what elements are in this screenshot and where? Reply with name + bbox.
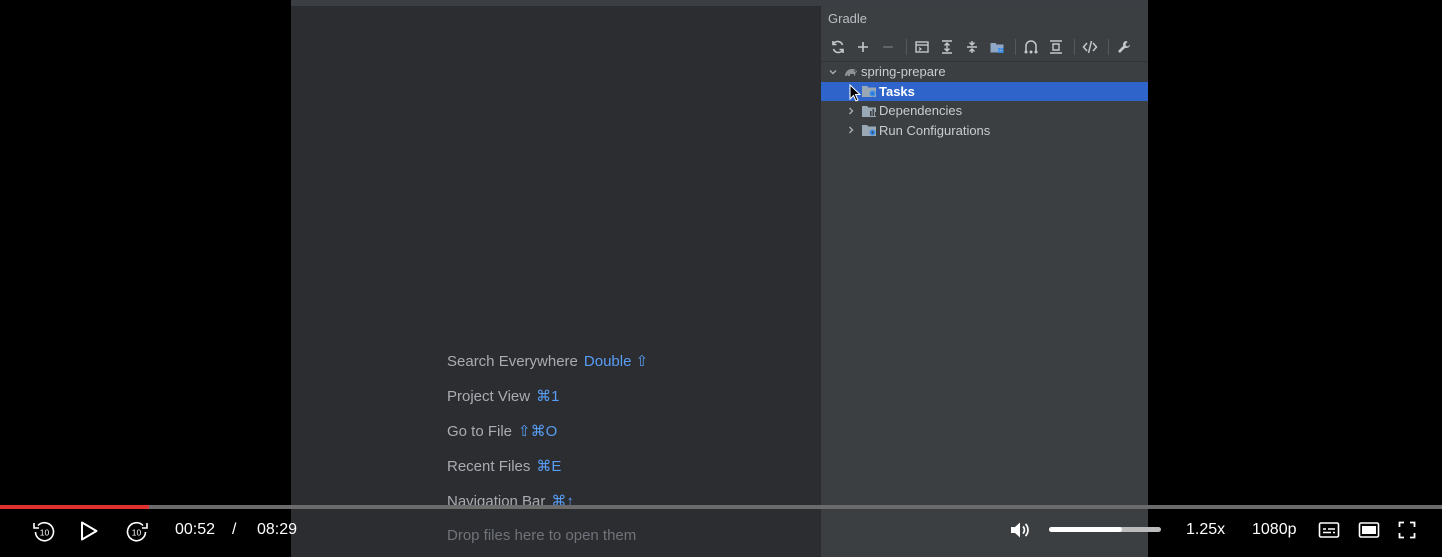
quality-button[interactable]: 1080p xyxy=(1252,521,1297,539)
theater-mode-icon xyxy=(1358,522,1380,538)
playback-speed-button[interactable]: 1.25x xyxy=(1186,521,1225,539)
hint-shortcut: ⌘E xyxy=(536,458,562,475)
tree-item-label: Run Configurations xyxy=(879,122,991,138)
toggle-offline-icon[interactable] xyxy=(1045,36,1067,58)
expand-all-icon[interactable] xyxy=(936,36,958,58)
gradle-panel-title: Gradle xyxy=(821,6,1148,32)
run-configurations-folder-icon xyxy=(861,123,877,137)
tree-item-dependencies[interactable]: Dependencies xyxy=(821,101,1148,121)
plus-icon[interactable] xyxy=(852,36,874,58)
forward-10-icon: 10 xyxy=(126,521,148,542)
forward-10-button[interactable]: 10 xyxy=(124,518,150,544)
tree-item-run-configurations[interactable]: Run Configurations xyxy=(821,121,1148,141)
gradle-tree: spring-prepare Tasks Dependencies Run Co… xyxy=(821,62,1148,140)
tree-item-label: Dependencies xyxy=(879,103,963,119)
gradle-toolbar xyxy=(821,32,1148,62)
hint-label: Go to File xyxy=(447,423,513,440)
tree-root-label: spring-prepare xyxy=(861,64,946,80)
chevron-right-icon[interactable] xyxy=(845,124,857,136)
rewind-10-icon: 10 xyxy=(33,521,55,542)
captions-icon xyxy=(1318,522,1340,538)
hint-recent-files: Recent Files ⌘E xyxy=(447,457,648,492)
hint-label: Project View xyxy=(447,388,531,405)
tree-item-label: Tasks xyxy=(879,83,915,99)
gradle-tool-window: Gradle spring-prepare Tasks Dependencies… xyxy=(820,6,1148,557)
hint-project-view: Project View ⌘1 xyxy=(447,387,648,422)
fullscreen-icon xyxy=(1398,521,1416,539)
hint-label: Recent Files xyxy=(447,458,531,475)
toolbar-separator xyxy=(1108,38,1109,55)
volume-button[interactable] xyxy=(1008,518,1032,542)
captions-button[interactable] xyxy=(1317,519,1341,541)
gradle-elephant-icon xyxy=(843,65,859,79)
tree-root[interactable]: spring-prepare xyxy=(821,62,1148,82)
duration: 08:29 xyxy=(257,521,298,538)
minus-icon[interactable] xyxy=(877,36,899,58)
forward-seconds-label: 10 xyxy=(132,528,142,538)
hint-shortcut: ⇧⌘O xyxy=(518,423,558,440)
video-frame[interactable]: Search Everywhere Double ⇧ Project View ⌘1… xyxy=(291,0,1148,557)
toolbar-separator xyxy=(1074,38,1075,55)
fullscreen-button[interactable] xyxy=(1396,519,1418,541)
dependencies-folder-icon xyxy=(861,104,877,118)
hint-label: Search Everywhere xyxy=(447,353,578,370)
chevron-right-icon[interactable] xyxy=(845,105,857,117)
hint-go-to-file: Go to File ⇧⌘O xyxy=(447,422,648,457)
chevron-down-icon[interactable] xyxy=(827,66,839,78)
player-controls xyxy=(0,509,1442,557)
volume-slider[interactable] xyxy=(1049,527,1161,532)
rewind-seconds-label: 10 xyxy=(40,528,50,538)
hint-shortcut: Double ⇧ xyxy=(583,353,649,370)
volume-level xyxy=(1049,527,1122,532)
speaker-icon xyxy=(1011,522,1029,538)
group-modules-icon[interactable] xyxy=(986,36,1008,58)
theater-mode-button[interactable] xyxy=(1357,519,1381,541)
refresh-icon[interactable] xyxy=(827,36,849,58)
run-window-icon[interactable] xyxy=(911,36,933,58)
rewind-10-button[interactable]: 10 xyxy=(31,518,57,544)
tasks-folder-icon xyxy=(861,84,877,98)
hint-shortcut: ⌘1 xyxy=(536,388,560,405)
settings-wrench-icon[interactable] xyxy=(1113,36,1135,58)
dependency-analyzer-icon[interactable] xyxy=(1020,36,1042,58)
editor-area[interactable]: Search Everywhere Double ⇧ Project View ⌘1… xyxy=(291,6,820,557)
script-icon[interactable] xyxy=(1079,36,1101,58)
play-icon xyxy=(81,521,98,541)
collapse-all-icon[interactable] xyxy=(961,36,983,58)
play-button[interactable] xyxy=(78,519,100,543)
toolbar-separator xyxy=(1015,38,1016,55)
mouse-cursor-icon xyxy=(849,83,861,102)
toolbar-separator xyxy=(906,38,907,55)
current-time: 00:52 xyxy=(175,521,216,538)
time-separator: / xyxy=(232,521,237,538)
tree-item-tasks[interactable]: Tasks xyxy=(821,81,1148,102)
hint-search-everywhere: Search Everywhere Double ⇧ xyxy=(447,352,648,387)
